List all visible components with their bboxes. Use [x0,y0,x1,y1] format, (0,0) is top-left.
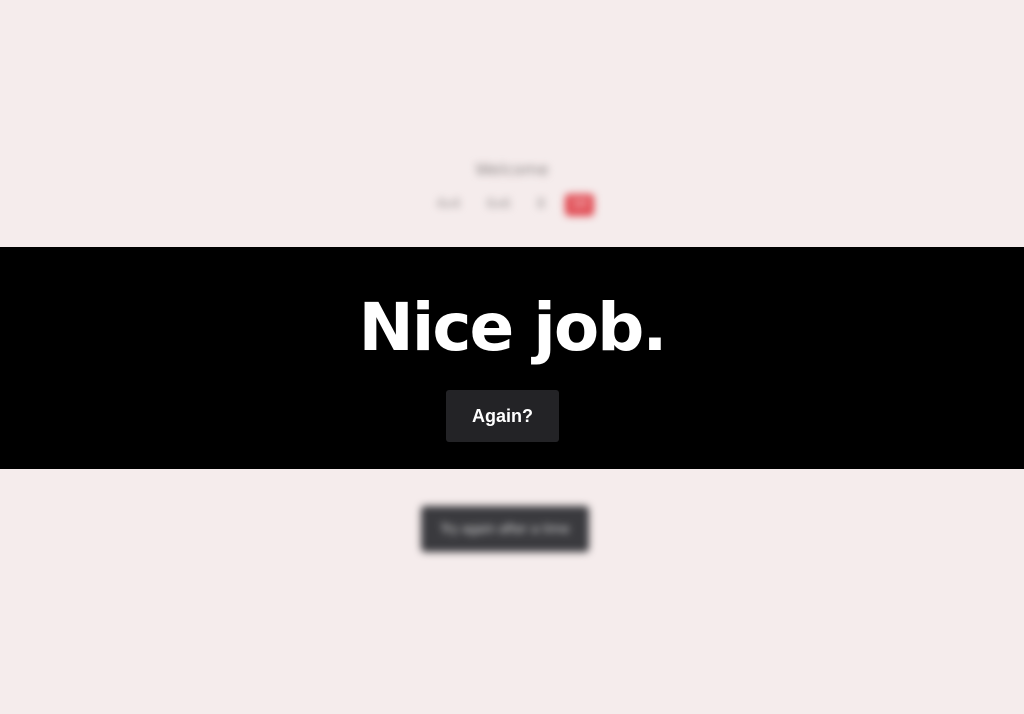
difficulty-options: 4x4 6x6 8 10 [0,194,1024,216]
background-button: Try again after a time [421,506,589,552]
again-button[interactable]: Again? [446,390,559,442]
difficulty-option: 4x4 [436,197,461,212]
difficulty-option: 8 [536,197,546,212]
result-headline: Nice job. [358,289,667,366]
game-screen: Welcome 4x4 6x6 8 10 Try again after a t… [0,0,1024,714]
background-title: Welcome [475,160,549,179]
difficulty-option: 6x6 [486,197,511,212]
difficulty-option-selected: 10 [565,194,594,216]
